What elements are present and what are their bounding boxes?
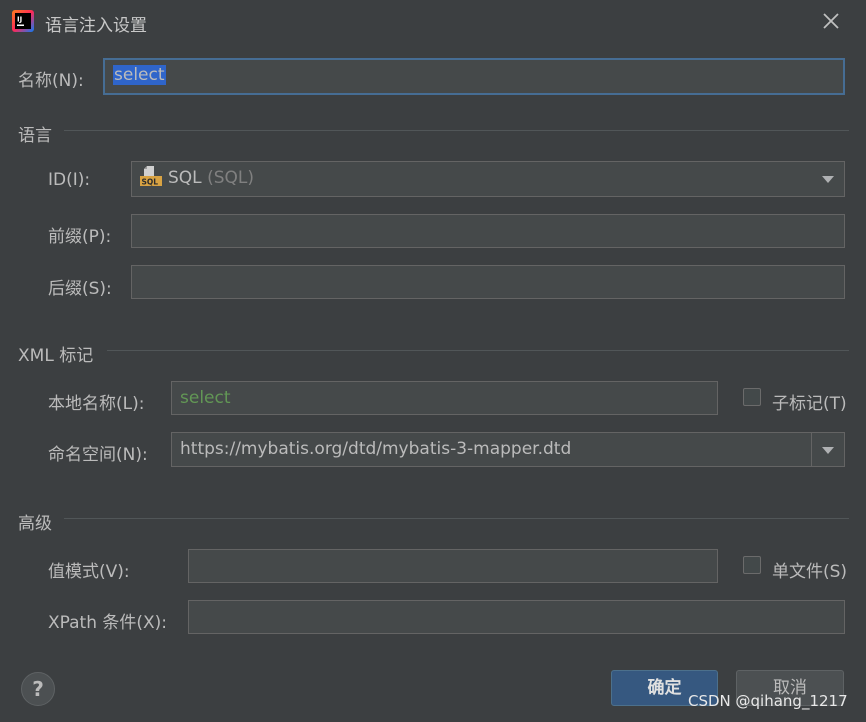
namespace-dropdown-arrow[interactable] [811, 433, 844, 466]
title-bar: IJ 语言注入设置 [0, 0, 866, 44]
chevron-down-icon [822, 176, 834, 183]
language-injection-dialog: IJ 语言注入设置 名称(N): select 语言 ID(I): SQL SQ… [0, 0, 866, 722]
suffix-input[interactable] [131, 265, 845, 299]
local-name-input[interactable]: select [171, 381, 718, 415]
prefix-input[interactable] [131, 214, 845, 248]
sub-tags-checkbox[interactable] [743, 388, 761, 406]
xpath-condition-input[interactable] [188, 600, 845, 634]
xml-section-title: XML 标记 [18, 346, 94, 366]
prefix-label: 前缀(P): [48, 227, 112, 247]
namespace-label: 命名空间(N): [48, 445, 148, 465]
xpath-label: XPath 条件(X): [48, 613, 168, 633]
intellij-idea-icon: IJ [12, 10, 34, 32]
single-file-label[interactable]: 单文件(S) [772, 557, 847, 582]
name-input-value: select [113, 65, 166, 85]
name-input[interactable]: select [103, 58, 845, 95]
svg-text:SQL: SQL [142, 178, 159, 187]
svg-text:IJ: IJ [17, 16, 22, 24]
language-id-value: SQL [168, 168, 202, 188]
language-id-combobox[interactable]: SQL SQL (SQL) [131, 161, 845, 197]
suffix-label: 后缀(S): [48, 279, 112, 299]
id-label: ID(I): [48, 170, 91, 190]
advanced-section-separator [64, 518, 849, 519]
value-pattern-label: 值模式(V): [48, 562, 130, 582]
advanced-section-title: 高级 [18, 514, 52, 534]
language-id-detail: (SQL) [207, 168, 254, 188]
local-name-label: 本地名称(L): [48, 394, 145, 414]
close-icon[interactable] [818, 8, 844, 34]
xml-section-separator [107, 350, 849, 351]
chevron-down-icon [822, 447, 834, 454]
sub-tags-label[interactable]: 子标记(T) [772, 389, 847, 414]
value-pattern-input[interactable] [188, 549, 718, 583]
local-name-value: select [180, 388, 231, 408]
namespace-value: https://mybatis.org/dtd/mybatis-3-mapper… [180, 439, 572, 459]
language-section-separator [64, 130, 849, 131]
language-section-title: 语言 [18, 126, 52, 146]
name-label: 名称(N): [18, 71, 84, 91]
single-file-checkbox[interactable] [743, 556, 761, 574]
dialog-title: 语言注入设置 [45, 16, 147, 36]
watermark: CSDN @qihang_1217 [688, 692, 848, 710]
help-button[interactable]: ? [21, 672, 55, 706]
sql-file-icon: SQL [140, 166, 162, 187]
namespace-combobox[interactable]: https://mybatis.org/dtd/mybatis-3-mapper… [171, 432, 845, 467]
language-id-dropdown-arrow[interactable] [812, 162, 844, 196]
